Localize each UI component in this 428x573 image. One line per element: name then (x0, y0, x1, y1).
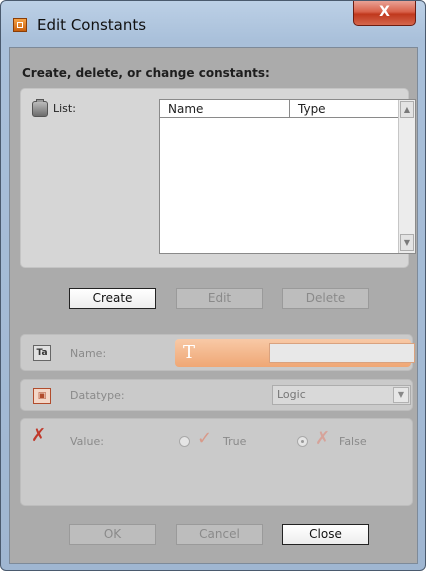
false-label: False (339, 435, 367, 448)
column-header-name[interactable]: Name (160, 100, 290, 118)
value-icon: ✗ (31, 425, 47, 446)
name-label: Name: (70, 347, 107, 360)
list-label: List: (53, 102, 76, 115)
create-button[interactable]: Create (69, 288, 156, 309)
datatype-label: Datatype: (70, 389, 125, 402)
cancel-button[interactable]: Cancel (176, 524, 263, 545)
app-icon (13, 18, 27, 32)
text-field-icon: Ta (33, 345, 51, 361)
title-bar[interactable]: Edit Constants X (1, 1, 425, 41)
edit-button[interactable]: Edit (176, 288, 263, 309)
column-header-type[interactable]: Type (290, 100, 399, 118)
chevron-down-icon[interactable]: ▼ (393, 387, 409, 403)
check-icon: ✓ (197, 428, 213, 449)
name-field-frame: T (175, 339, 415, 367)
ok-button[interactable]: OK (69, 524, 156, 545)
list-scrollbar[interactable]: ▲ ▼ (398, 100, 415, 253)
folder-icon (32, 99, 48, 117)
constants-list[interactable]: Name Type ▲ ▼ (159, 99, 416, 254)
value-row: ✗ Value: ✓ True ✗ False (20, 418, 413, 506)
datatype-select[interactable]: Logic ▼ (272, 385, 411, 405)
text-type-icon: T (183, 342, 196, 363)
dialog-heading: Create, delete, or change constants: (22, 66, 270, 80)
value-label: Value: (70, 435, 104, 448)
true-label: True (223, 435, 247, 448)
close-button[interactable]: Close (282, 524, 369, 545)
scroll-up-icon[interactable]: ▲ (400, 101, 414, 118)
delete-button[interactable]: Delete (282, 288, 369, 309)
false-radio[interactable] (297, 436, 308, 447)
datatype-value: Logic (277, 388, 306, 401)
list-panel: List: Name Type ▲ ▼ (20, 88, 416, 268)
scroll-down-icon[interactable]: ▼ (400, 234, 414, 251)
cross-icon: ✗ (315, 428, 331, 449)
dialog-body: Create, delete, or change constants: Lis… (9, 47, 418, 564)
name-input[interactable] (269, 343, 415, 363)
name-row: Ta Name: T (20, 334, 415, 371)
close-window-button[interactable]: X (353, 1, 416, 26)
datatype-icon: ▣ (33, 388, 51, 404)
datatype-row: ▣ Datatype: Logic ▼ (20, 379, 413, 411)
true-radio[interactable] (179, 436, 190, 447)
window-title: Edit Constants (37, 16, 147, 34)
edit-constants-window: Edit Constants X Create, delete, or chan… (0, 0, 426, 571)
